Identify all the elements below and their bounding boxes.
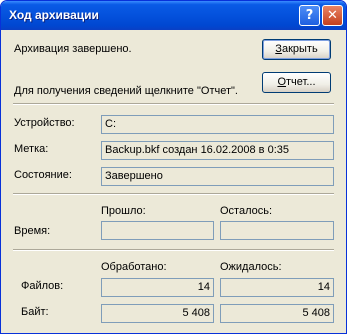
status-message: Архивация завершено.	[14, 43, 132, 55]
media-label-label: Метка:	[14, 143, 49, 155]
files-processed-field: 14	[101, 278, 214, 297]
remaining-field	[220, 221, 334, 240]
elapsed-field	[101, 221, 214, 240]
title-bar[interactable]: Ход архивации ? ✕	[1, 1, 346, 30]
files-label: Файлов:	[21, 280, 64, 292]
elapsed-header: Прошло:	[101, 205, 146, 217]
device-field: C:	[101, 115, 334, 134]
separator	[13, 193, 334, 195]
remaining-header: Осталось:	[220, 205, 273, 217]
close-icon: ✕	[327, 8, 338, 23]
report-button-mnemonic: О	[277, 76, 287, 88]
processed-header: Обработано:	[101, 261, 167, 273]
media-label-field: Backup.bkf создан 16.02.2008 в 0:35	[101, 141, 334, 160]
backup-progress-dialog: Ход архивации ? ✕ Архивация завершено. Д…	[0, 0, 347, 334]
bytes-processed-field: 5 408	[101, 304, 214, 323]
expected-header: Ожидалось:	[220, 261, 282, 273]
separator	[13, 249, 334, 251]
close-button[interactable]: Закрыть	[262, 39, 331, 60]
window-title: Ход архивации	[9, 8, 99, 22]
separator	[13, 103, 334, 105]
bytes-label: Байт:	[21, 306, 49, 318]
state-field: Завершено	[101, 167, 334, 186]
dialog-body: Архивация завершено. Для получения сведе…	[5, 30, 342, 329]
time-label: Время:	[14, 225, 51, 237]
help-icon: ?	[305, 8, 314, 23]
bytes-expected-field: 5 408	[220, 304, 334, 323]
state-label: Состояние:	[14, 169, 72, 181]
report-hint: Для получения сведений щелкните "Отчет".	[14, 85, 238, 97]
report-button[interactable]: Отчет...	[262, 72, 331, 93]
close-button-label: акрыть	[281, 43, 318, 55]
help-button[interactable]: ?	[299, 5, 320, 26]
device-label: Устройство:	[14, 117, 75, 129]
close-button-mnemonic: З	[275, 43, 282, 55]
files-expected-field: 14	[220, 278, 334, 297]
window-close-button[interactable]: ✕	[322, 5, 343, 26]
report-button-label: тчет...	[286, 76, 316, 88]
